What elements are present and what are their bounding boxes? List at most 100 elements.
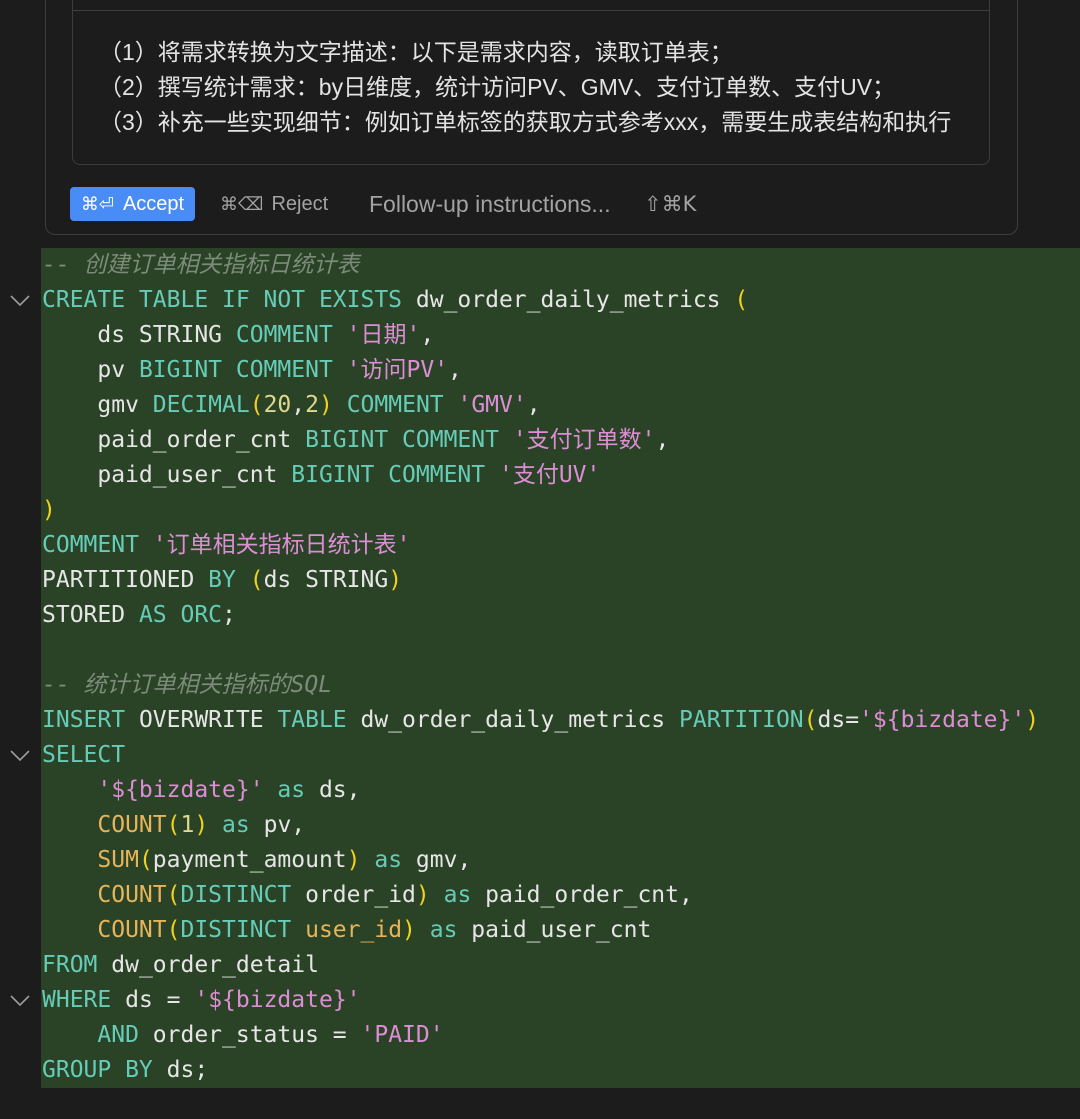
- prompt-line: （2）撰写统计需求：by日维度，统计访问PV、GMV、支付订单数、支付UV；: [99, 74, 896, 100]
- line-gutter: [0, 878, 41, 913]
- follow-up-input[interactable]: [369, 187, 641, 221]
- code-line[interactable]: GROUP BY ds;: [0, 1053, 1080, 1088]
- line-gutter: [0, 528, 41, 563]
- follow-up-shortcut: ⇧⌘K: [644, 192, 697, 216]
- code-token: 1: [180, 812, 195, 838]
- reject-button[interactable]: ⌘⌫ Reject: [220, 187, 328, 221]
- code-line[interactable]: FROM dw_order_detail: [0, 948, 1080, 983]
- line-gutter: [0, 808, 41, 843]
- line-gutter: [0, 423, 41, 458]
- line-gutter: [0, 598, 41, 633]
- code-line[interactable]: paid_order_cnt BIGINT COMMENT '支付订单数',: [0, 423, 1080, 458]
- code-line[interactable]: SUM(payment_amount) as gmv,: [0, 843, 1080, 878]
- code-token: '日期': [346, 322, 421, 348]
- prompt-text: （1）将需求转换为文字描述：以下是需求内容，读取订单表； （2）撰写统计需求：b…: [99, 35, 989, 140]
- action-bar: ⌘⏎ Accept ⌘⌫ Reject ⇧⌘K: [70, 187, 730, 221]
- chevron-down-icon[interactable]: [10, 750, 30, 761]
- code-line[interactable]: ): [0, 493, 1080, 528]
- code-token: COMMENT: [332, 392, 458, 418]
- code-token: ds;: [166, 1057, 209, 1083]
- code-token: gmv: [42, 392, 153, 418]
- chevron-down-icon[interactable]: [10, 995, 30, 1006]
- code-token: ,: [526, 392, 541, 418]
- code-token: 'GMV': [457, 392, 527, 418]
- code-token: paid_order_cnt: [42, 427, 306, 453]
- code-token: (: [249, 392, 264, 418]
- divider: [73, 10, 989, 11]
- chevron-down-icon[interactable]: [10, 295, 30, 306]
- code-token: (: [166, 882, 181, 908]
- code-line[interactable]: AND order_status = 'PAID': [0, 1018, 1080, 1053]
- code-line[interactable]: -- 统计订单相关指标的SQL: [0, 668, 1080, 703]
- code-line[interactable]: paid_user_cnt BIGINT COMMENT '支付UV': [0, 458, 1080, 493]
- code-line[interactable]: INSERT OVERWRITE TABLE dw_order_daily_me…: [0, 703, 1080, 738]
- inline-edit-panel: （1）将需求转换为文字描述：以下是需求内容，读取订单表； （2）撰写统计需求：b…: [45, 0, 1018, 235]
- code-token: (: [734, 287, 749, 313]
- code-token: TABLE: [277, 707, 361, 733]
- code-text: -- 统计订单相关指标的SQL: [41, 668, 1080, 703]
- code-token: '支付订单数': [512, 427, 656, 453]
- code-token: ): [415, 882, 430, 908]
- line-gutter: [0, 843, 41, 878]
- code-line[interactable]: gmv DECIMAL(20,2) COMMENT 'GMV',: [0, 388, 1080, 423]
- code-text: paid_order_cnt BIGINT COMMENT '支付订单数',: [41, 423, 1080, 458]
- line-gutter: [0, 353, 41, 388]
- code-token: '订单相关指标日统计表': [152, 532, 411, 558]
- code-text: pv BIGINT COMMENT '访问PV',: [41, 353, 1080, 388]
- code-text: COMMENT '订单相关指标日统计表': [41, 528, 1080, 563]
- code-token: (: [803, 707, 818, 733]
- reject-label: Reject: [271, 192, 329, 215]
- prompt-input[interactable]: （1）将需求转换为文字描述：以下是需求内容，读取订单表； （2）撰写统计需求：b…: [72, 0, 990, 165]
- line-gutter: [0, 388, 41, 423]
- code-line[interactable]: -- 创建订单相关指标日统计表: [0, 248, 1080, 283]
- code-token: ): [42, 497, 56, 523]
- line-gutter: [0, 738, 41, 773]
- code-token: WHERE: [42, 987, 126, 1013]
- code-line[interactable]: STORED AS ORC;: [0, 598, 1080, 633]
- line-gutter: [0, 913, 41, 948]
- code-line[interactable]: COUNT(1) as pv,: [0, 808, 1080, 843]
- code-text: SUM(payment_amount) as gmv,: [41, 843, 1080, 878]
- code-line[interactable]: '${bizdate}' as ds,: [0, 773, 1080, 808]
- code-token: as: [263, 777, 319, 803]
- code-line[interactable]: pv BIGINT COMMENT '访问PV',: [0, 353, 1080, 388]
- code-text: FROM dw_order_detail: [41, 948, 1080, 983]
- code-token: BIGINT COMMENT: [291, 462, 499, 488]
- code-line[interactable]: CREATE TABLE IF NOT EXISTS dw_order_dail…: [0, 283, 1080, 318]
- code-token: '支付UV': [498, 462, 601, 488]
- code-token: paid_order_cnt,: [485, 882, 693, 908]
- code-token: 'PAID': [360, 1022, 444, 1048]
- code-token: ,: [291, 392, 306, 418]
- code-line[interactable]: ds STRING COMMENT '日期',: [0, 318, 1080, 353]
- code-token: DISTINCT: [180, 917, 306, 943]
- code-token: FROM: [42, 952, 112, 978]
- code-line[interactable]: SELECT: [0, 738, 1080, 773]
- code-line[interactable]: PARTITIONED BY (ds STRING): [0, 563, 1080, 598]
- code-token: COMMENT: [42, 532, 153, 558]
- code-text: -- 创建订单相关指标日统计表: [41, 248, 1080, 283]
- line-gutter: [0, 563, 41, 598]
- code-line[interactable]: COUNT(DISTINCT user_id) as paid_user_cnt: [0, 913, 1080, 948]
- code-text: '${bizdate}' as ds,: [41, 773, 1080, 808]
- code-token: AND: [42, 1022, 153, 1048]
- code-token: dw_order_daily_metrics: [360, 707, 680, 733]
- line-gutter: [0, 948, 41, 983]
- code-token: (: [138, 847, 153, 873]
- code-line[interactable]: [0, 633, 1080, 668]
- code-line[interactable]: WHERE ds = '${bizdate}': [0, 983, 1080, 1018]
- line-gutter: [0, 318, 41, 353]
- code-token: paid_user_cnt: [42, 462, 292, 488]
- code-token: user_id: [305, 917, 403, 943]
- code-token: ,: [448, 357, 462, 383]
- code-line[interactable]: COUNT(DISTINCT order_id) as paid_order_c…: [0, 878, 1080, 913]
- code-text: COUNT(DISTINCT order_id) as paid_order_c…: [41, 878, 1080, 913]
- code-token: ): [1025, 707, 1040, 733]
- code-token: as: [360, 847, 416, 873]
- accept-button[interactable]: ⌘⏎ Accept: [70, 187, 195, 221]
- code-text: CREATE TABLE IF NOT EXISTS dw_order_dail…: [41, 283, 1080, 318]
- code-token: (: [166, 917, 181, 943]
- reject-shortcut: ⌘⌫: [220, 193, 264, 215]
- line-gutter: [0, 1053, 41, 1088]
- code-line[interactable]: COMMENT '订单相关指标日统计表': [0, 528, 1080, 563]
- code-token: (: [249, 567, 264, 593]
